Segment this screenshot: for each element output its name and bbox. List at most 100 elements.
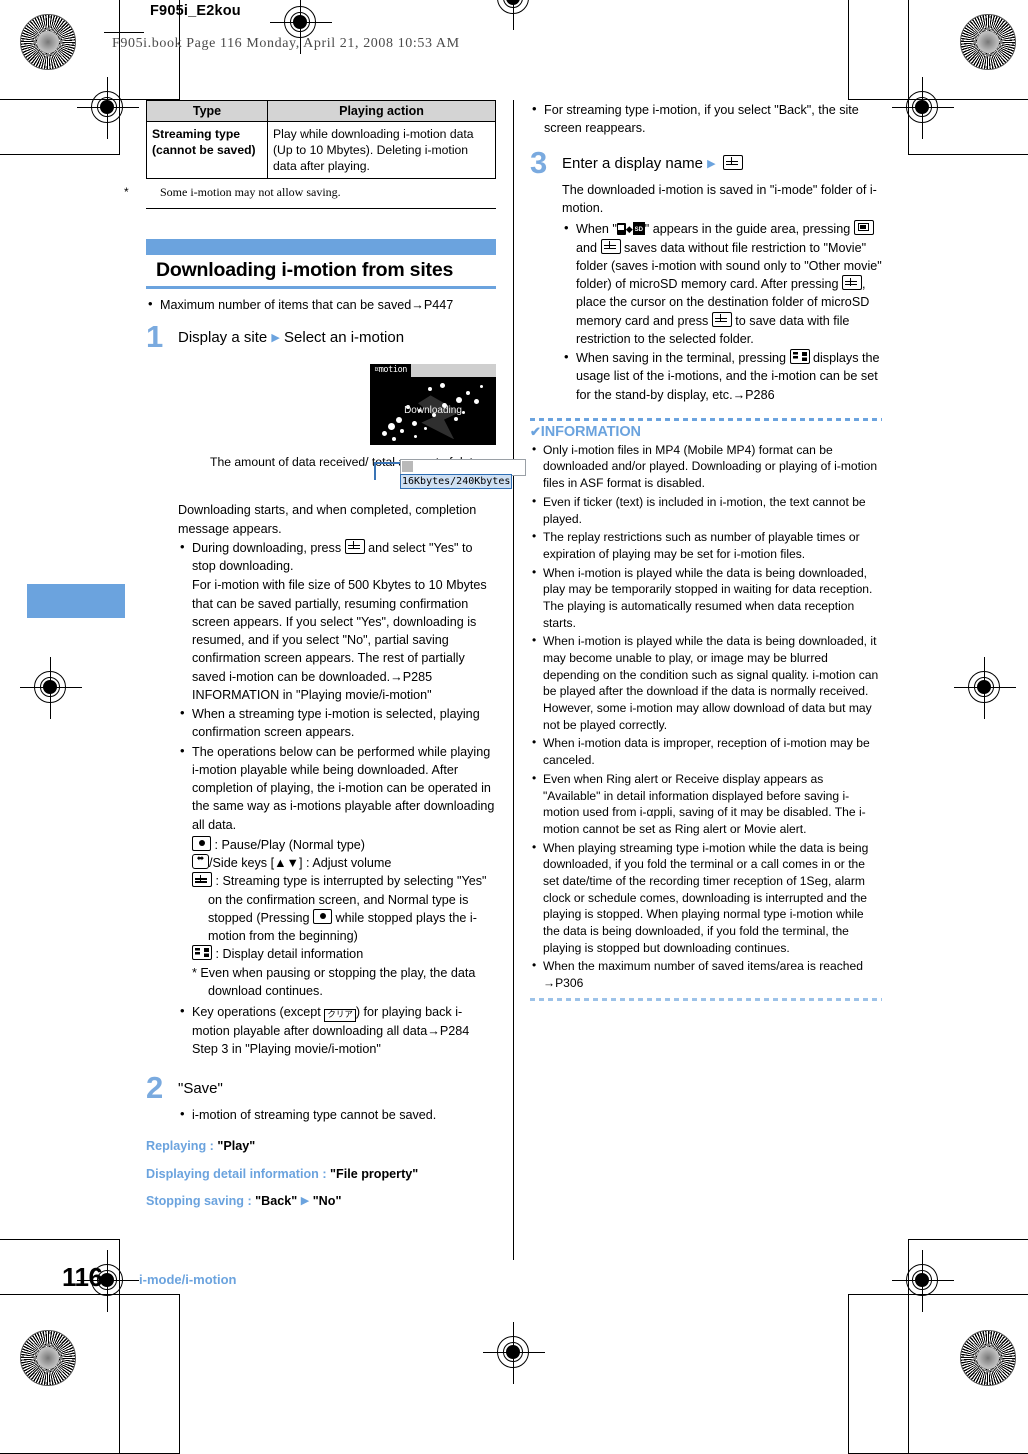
section-intro-list: Maximum number of items that can be save…: [146, 295, 496, 314]
star-dot: [424, 427, 427, 431]
table-header-type: Type: [146, 100, 268, 122]
star-dot: [392, 437, 396, 442]
document-id: F905i_E2kou: [150, 3, 241, 19]
callout-leader-line-v: [374, 462, 376, 481]
table-row: Streaming type (cannot be saved) Play wh…: [146, 120, 496, 180]
operation-replaying-label: Replaying :: [146, 1139, 214, 1154]
list-item: When the maximum number of saved items/a…: [530, 957, 882, 991]
list-item: Even when Ring alert or Receive display …: [530, 770, 882, 838]
step-1-last-bullets: Key operations (except クリア) for playing …: [178, 1002, 496, 1059]
list-item: When a streaming type i-motion is select…: [178, 704, 496, 742]
star-dot: [466, 391, 470, 396]
operation-detail-info-label: Displaying detail information :: [146, 1166, 327, 1181]
step-2-bullets: i-motion of streaming type cannot be sav…: [178, 1105, 496, 1124]
book-key-icon: [841, 275, 862, 290]
mail-key-icon: [789, 349, 810, 364]
step-1-bullets: During downloading, press and select "Ye…: [178, 538, 496, 834]
operation-stopping-saving: Stopping saving : "Back" ▶ "No": [146, 1193, 496, 1211]
information-heading: ✔INFORMATION: [530, 424, 882, 440]
operation-stopping-saving-value-b: "No": [312, 1194, 342, 1209]
running-head: i-mode/i-motion: [139, 1272, 237, 1287]
right-column: For streaming type i-motion, if you sele…: [530, 100, 882, 1001]
star-dot: [382, 431, 387, 437]
playing-action-table: Type Playing action Streaming type (cann…: [146, 100, 496, 180]
list-item: When saving in the terminal, pressing di…: [562, 348, 882, 404]
step-3-heading: Enter a display name ▶: [562, 154, 882, 174]
step-2-heading: "Save": [178, 1079, 223, 1097]
picture-key-icon: [853, 220, 874, 236]
operation-replaying-value: "Play": [217, 1139, 256, 1154]
section-rule: [146, 285, 496, 289]
registration-mark-left-mid: [20, 657, 82, 719]
step-3-number: 3: [530, 144, 548, 180]
registration-mark-bottom-center: [483, 1322, 545, 1384]
step-1-heading-a: Display a site: [178, 329, 268, 347]
footnote-marker: *: [124, 185, 129, 200]
callout-leader-line: [374, 462, 402, 464]
list-item: i-motion of streaming type cannot be sav…: [178, 1105, 496, 1124]
table-footnote: * Some i-motion may not allow saving.: [124, 185, 496, 201]
step-1-body: Downloading starts, and when completed, …: [178, 503, 477, 536]
step-3-heading-a: Enter a display name: [562, 154, 703, 172]
operation-detail-info-value: "File property": [330, 1166, 419, 1181]
last-bullet-a: Key operations (except: [192, 1005, 321, 1020]
book-key-icon: [722, 154, 743, 170]
book-key-icon: [192, 872, 212, 888]
left-column: Type Playing action Streaming type (cann…: [124, 100, 526, 1211]
footnote-text: Some i-motion may not allow saving.: [160, 185, 341, 200]
page-number: 116: [62, 1262, 103, 1292]
list-item: For streaming type i-motion, if you sele…: [530, 100, 882, 138]
star-dot: [480, 385, 483, 389]
footnote-rule: [146, 207, 496, 209]
key-note-text: Even when pausing or stopping the play, …: [200, 965, 476, 998]
book-print-line: F905i.book Page 116 Monday, April 21, 20…: [112, 36, 460, 51]
information-title: INFORMATION: [540, 423, 641, 440]
phone-status-bar: ¤motion: [370, 364, 496, 378]
list-item: Even if ticker (text) is included in i-m…: [530, 493, 882, 527]
information-block: ✔INFORMATION Only i-motion files in MP4 …: [530, 417, 882, 1001]
section-title: Downloading i-motion from sites: [156, 258, 454, 281]
section-band: [146, 238, 496, 255]
check-icon: ✔: [530, 423, 541, 439]
list-item: When i-motion is played while the data i…: [530, 632, 882, 733]
information-top-rule: [530, 417, 882, 421]
list-item: For i-motion with file size of 500 Kbyte…: [192, 578, 487, 702]
operation-stopping-saving-label: Stopping saving :: [146, 1194, 252, 1209]
key-op-book: : Streaming type is interrupted by selec…: [192, 872, 496, 945]
registration-mark-bottom-right: [892, 1250, 954, 1312]
key-op-volume: /Side keys [▲▼] : Adjust volume: [192, 854, 496, 872]
book-key-icon: [711, 311, 732, 327]
list-item: When "◆" appears in the guide area, pres…: [562, 219, 882, 348]
navigation-key-icon: [192, 854, 209, 870]
operation-detail-info: Displaying detail information : "File pr…: [146, 1166, 496, 1184]
step-1-key-operations: : Pause/Play (Normal type) /Side keys [▲…: [178, 835, 496, 1001]
star-dot: [428, 387, 432, 392]
crop-box-top-right-2: [908, 0, 1028, 155]
table-header-row: Type Playing action: [146, 100, 496, 122]
key-op-center-label: : Pause/Play (Normal type): [214, 837, 365, 852]
right-top-bullets: For streaming type i-motion, if you sele…: [530, 100, 882, 138]
star-dot: [456, 397, 462, 404]
list-item: During downloading, press and select "Ye…: [178, 538, 496, 576]
phone-status-label: ¤motion: [370, 364, 412, 378]
key-op-note: * Even when pausing or stopping the play…: [192, 964, 496, 1001]
step-3-body: The downloaded i-motion is saved in "i-m…: [562, 182, 877, 215]
chevron-right-icon: ▶: [271, 332, 280, 345]
list-item: The operations below can be performed wh…: [178, 742, 496, 834]
key-op-mail: : Display detail information: [192, 945, 496, 963]
star-dot: [414, 435, 417, 439]
step-1: 1 Display a site ▶ Select an i-motion ¤m…: [146, 321, 526, 1059]
center-key-icon: [313, 908, 333, 924]
star-dot: [474, 399, 479, 405]
clear-key-icon: クリア: [324, 1009, 356, 1023]
registration-mark-top-left: [77, 77, 139, 139]
chapter-thumb-tab: [27, 584, 125, 618]
star-dot: [454, 417, 458, 422]
step-1-number: 1: [146, 319, 164, 355]
list-item: When playing streaming type i-motion whi…: [530, 839, 882, 957]
star-dot: [440, 383, 445, 389]
list-item: Only i-motion files in MP4 (Mobile MP4) …: [530, 441, 882, 492]
step-3: 3 Enter a display name ▶ The downloaded …: [530, 147, 882, 404]
chevron-right-icon: ▶: [300, 1195, 310, 1208]
star-dot: [400, 429, 404, 434]
